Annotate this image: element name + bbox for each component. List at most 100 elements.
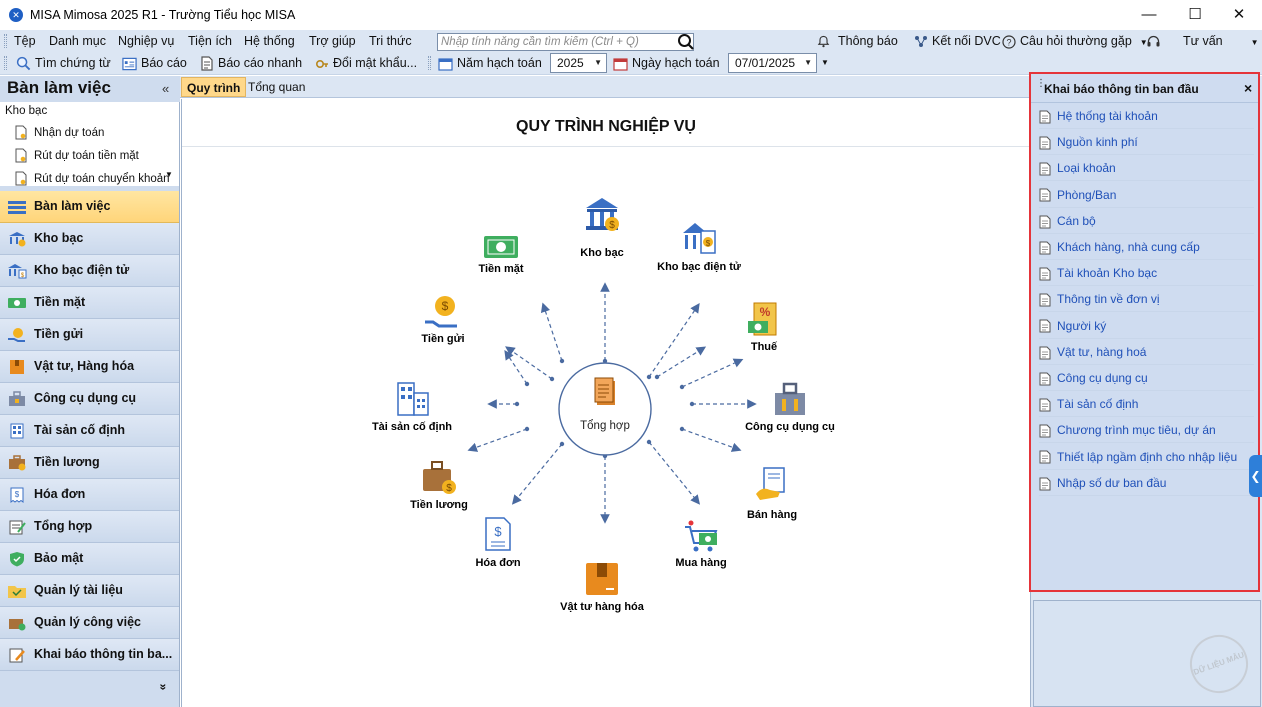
menu-file[interactable]: Tệp bbox=[14, 30, 36, 52]
setup-item-3[interactable]: Phòng/Ban bbox=[1039, 182, 1254, 208]
posting-date-label: Ngày hạch toán bbox=[632, 56, 720, 70]
svg-text:$: $ bbox=[609, 220, 615, 231]
process-node-11[interactable]: Tiền mặt bbox=[478, 236, 524, 275]
scroll-down-icon[interactable]: ▼ bbox=[165, 170, 173, 179]
tab-overview[interactable]: Tổng quan bbox=[243, 77, 310, 97]
nav-tools[interactable]: Công cụ dụng cụ bbox=[0, 383, 179, 415]
expand-side-tab[interactable]: ❮ bbox=[1249, 455, 1262, 497]
nav-summary[interactable]: Tổng hợp bbox=[0, 511, 179, 543]
posting-date-dropdown-icon[interactable]: ▼ bbox=[804, 54, 812, 72]
setup-item-10[interactable]: Công cụ dụng cụ bbox=[1039, 365, 1254, 391]
setup-item-14[interactable]: Nhập số dư ban đầu bbox=[1039, 470, 1254, 496]
process-content-area: QUY TRÌNH NGHIỆP VỤ Tổng hợp $ Kho bạc $ Kh… bbox=[181, 99, 1031, 707]
process-diagram: Tổng hợp $ Kho bạc $ Kho bạc điện tử% Thuế Cô… bbox=[372, 198, 835, 613]
svg-text:$: $ bbox=[442, 299, 449, 313]
process-node-5[interactable]: Mua hàng bbox=[675, 520, 727, 570]
nav-inventory[interactable]: Vật tư, Hàng hóa bbox=[0, 351, 179, 383]
nav-tasks[interactable]: Quản lý công việc bbox=[0, 607, 179, 639]
window-title: MISA Mimosa 2025 R1 - Trường Tiểu học MI… bbox=[30, 8, 296, 22]
setup-item-12[interactable]: Chương trình mục tiêu, dự án bbox=[1039, 417, 1254, 444]
process-node-0[interactable]: $ Kho bạc bbox=[580, 198, 624, 259]
process-node-6[interactable]: Vật tư hàng hóa bbox=[560, 563, 645, 613]
close-panel-button[interactable]: × bbox=[1244, 80, 1252, 96]
fiscal-year-dropdown-icon[interactable]: ▼ bbox=[594, 54, 602, 72]
setup-item-label: Nhập số dư ban đầu bbox=[1057, 475, 1167, 490]
menu-knowledge[interactable]: Tri thức bbox=[369, 30, 412, 52]
setup-item-9[interactable]: Vật tư, hàng hoá bbox=[1039, 339, 1254, 365]
nav-cash[interactable]: Tiền mặt bbox=[0, 287, 179, 319]
search-icon[interactable] bbox=[677, 33, 695, 51]
menu-help[interactable]: Trợ giúp bbox=[309, 30, 356, 52]
quick-report-button[interactable]: Báo cáo nhanh bbox=[200, 52, 302, 74]
setup-item-2[interactable]: Loại khoản bbox=[1039, 155, 1254, 182]
process-node-1[interactable]: $ Kho bạc điện tử bbox=[657, 223, 741, 273]
nav-payroll[interactable]: Tiền lương bbox=[0, 447, 179, 479]
bank-icon bbox=[9, 232, 26, 247]
key-icon bbox=[315, 59, 328, 68]
setup-item-1[interactable]: Nguồn kinh phí bbox=[1039, 129, 1254, 156]
toolbar-overflow-icon[interactable]: ▼ bbox=[821, 58, 829, 67]
nav-documents[interactable]: Quản lý tài liệu bbox=[0, 575, 179, 607]
more-nav-button[interactable]: » bbox=[156, 684, 170, 691]
summary-document-icon bbox=[594, 377, 615, 405]
report-button[interactable]: Báo cáo bbox=[122, 52, 187, 74]
process-node-10[interactable]: $ Tiền gửi bbox=[421, 296, 465, 345]
nav-fixed-assets[interactable]: Tài sản cố định bbox=[0, 415, 179, 447]
nav-treasury[interactable]: Kho bạc bbox=[0, 223, 179, 255]
change-password-button[interactable]: Đổi mật khẩu... bbox=[315, 52, 417, 74]
setup-item-8[interactable]: Người ký bbox=[1039, 313, 1254, 339]
tab-process[interactable]: Quy trình bbox=[181, 77, 247, 97]
quick-action-withdraw-cash[interactable]: Rút dự toán tiền mặt bbox=[14, 145, 139, 167]
find-voucher-button[interactable]: Tìm chứng từ bbox=[16, 52, 111, 74]
faq-link[interactable]: ? Câu hỏi thường gặp ▼ bbox=[1002, 30, 1148, 52]
setup-item-6[interactable]: Tài khoản Kho bạc bbox=[1039, 260, 1254, 287]
setup-item-11[interactable]: Tài sản cố định bbox=[1039, 391, 1254, 418]
setup-item-5[interactable]: Khách hàng, nhà cung cấp bbox=[1039, 234, 1254, 260]
nav-workspace[interactable]: Bàn làm việc bbox=[0, 191, 179, 223]
collapse-panel-button[interactable]: « bbox=[162, 81, 169, 96]
nav-security[interactable]: Bảo mật bbox=[0, 543, 179, 575]
feature-search-input[interactable] bbox=[441, 35, 671, 49]
date-calendar-icon bbox=[613, 58, 628, 71]
nav-invoice[interactable]: $ Hóa đơn bbox=[0, 479, 179, 511]
bell-icon bbox=[817, 36, 830, 48]
nav-e-treasury[interactable]: $ Kho bạc điện tử bbox=[0, 255, 179, 287]
process-node-9[interactable]: Tài sản cố định bbox=[372, 382, 452, 433]
report-icon bbox=[122, 57, 137, 70]
close-button[interactable]: ✕ bbox=[1216, 0, 1262, 30]
flow-arrow-12 bbox=[505, 346, 553, 380]
nav-deposit[interactable]: Tiền gửi bbox=[0, 319, 179, 351]
process-node-8[interactable]: $ Tiền lương bbox=[410, 461, 468, 511]
nav-label: Kho bạc bbox=[34, 231, 84, 245]
setup-item-13[interactable]: Thiết lập ngầm định cho nhập liệu bbox=[1039, 444, 1254, 470]
process-node-7[interactable]: $ Hóa đơn bbox=[475, 517, 521, 569]
support-link[interactable]: Tư vấn ▼ bbox=[1146, 30, 1259, 52]
minimize-button[interactable]: — bbox=[1126, 0, 1172, 30]
process-node-2[interactable]: % Thuế bbox=[748, 302, 778, 353]
process-node-3[interactable]: Công cụ dụng cụ bbox=[745, 382, 835, 433]
notifications-link[interactable]: Thông báo bbox=[817, 30, 898, 52]
page-icon bbox=[1039, 188, 1051, 202]
maximize-button[interactable]: ☐ bbox=[1172, 0, 1218, 30]
connect-dvc-link[interactable]: Kết nối DVC bbox=[914, 30, 1001, 52]
menu-operations[interactable]: Nghiệp vụ bbox=[118, 30, 174, 52]
flow-arrow-dot bbox=[646, 439, 652, 445]
quick-action-withdraw-transfer[interactable]: Rút dự toán chuyển khoản bbox=[14, 168, 170, 190]
quick-action-receive-estimate[interactable]: Nhận dự toán bbox=[14, 122, 104, 144]
find-voucher-label: Tìm chứng từ bbox=[35, 56, 111, 70]
menu-catalog[interactable]: Danh mục bbox=[49, 30, 106, 52]
menu-utilities[interactable]: Tiện ích bbox=[188, 30, 232, 52]
setup-item-7[interactable]: Thông tin về đơn vị bbox=[1039, 286, 1254, 313]
setup-item-0[interactable]: Hệ thống tài khoản bbox=[1039, 103, 1254, 129]
network-icon bbox=[915, 36, 927, 48]
center-node-tong-hop[interactable]: Tổng hợp bbox=[558, 362, 652, 456]
left-workspace-panel: Bàn làm việc « Kho bạc Nhận dự toán Rút … bbox=[0, 76, 180, 707]
fiscal-year-label: Năm hạch toán bbox=[457, 56, 542, 70]
setup-item-4[interactable]: Cán bộ bbox=[1039, 208, 1254, 234]
process-node-4[interactable]: Bán hàng bbox=[747, 467, 797, 521]
nav-initial-setup[interactable]: Khai báo thông tin ba... bbox=[0, 639, 179, 671]
fiscal-year-select[interactable]: 2025 ▼ bbox=[550, 53, 607, 73]
page-icon bbox=[1039, 424, 1051, 438]
posting-date-picker[interactable]: 07/01/2025 ▼ bbox=[728, 53, 817, 73]
menu-system[interactable]: Hệ thống bbox=[244, 30, 295, 52]
